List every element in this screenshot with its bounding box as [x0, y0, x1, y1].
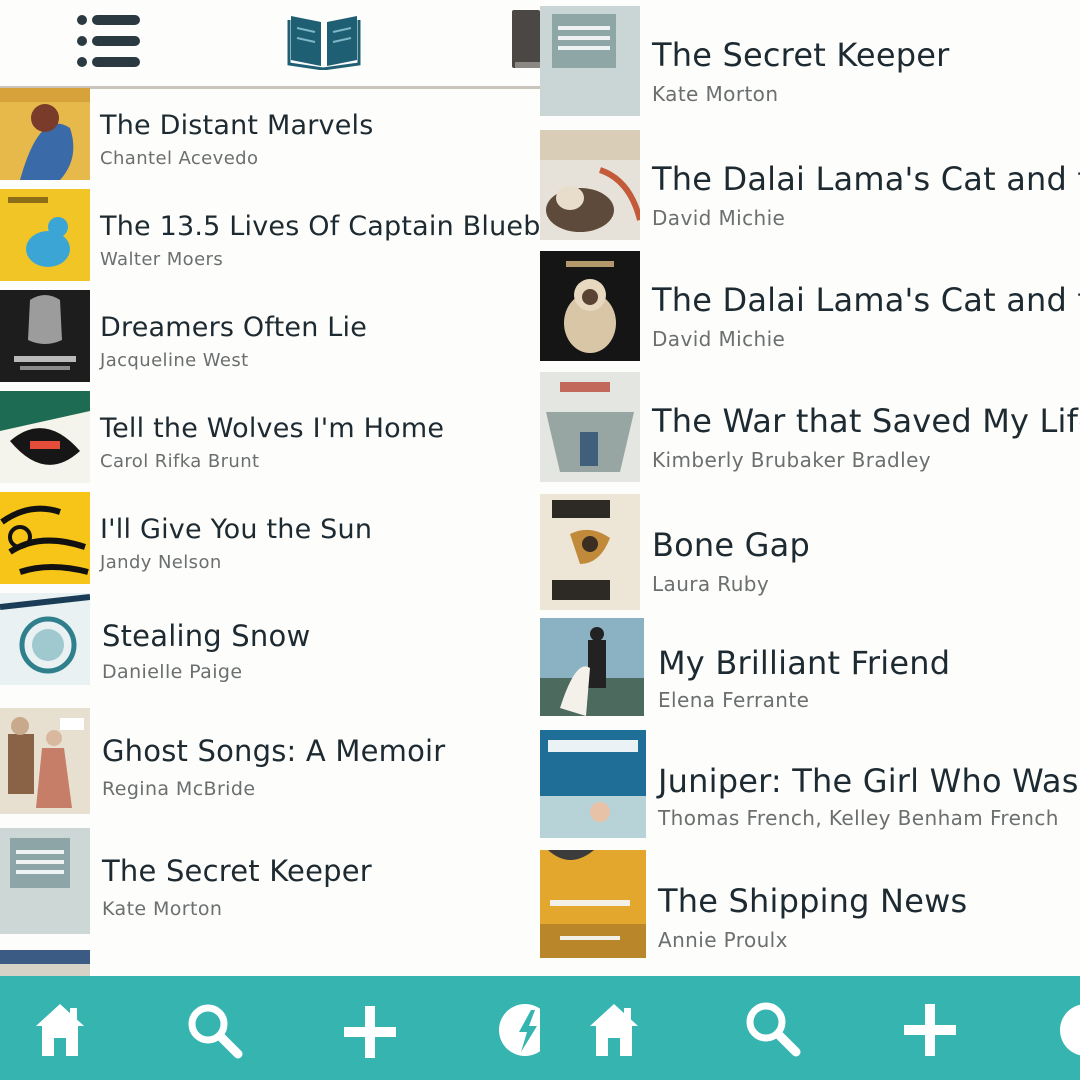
book-cover [540, 130, 640, 240]
book-title: Dreamers Often Lie [100, 312, 368, 343]
list-item[interactable]: My Brilliant Friend Elena Ferrante [540, 618, 1080, 718]
list-item[interactable]: The Dalai Lama's Cat and th David Michie [540, 130, 1080, 242]
add-icon[interactable] [902, 1002, 958, 1062]
book-cover [0, 492, 90, 584]
book-title: The Dalai Lama's Cat and th [652, 160, 1080, 198]
book-author: Annie Proulx [658, 928, 788, 952]
book-title: The Shipping News [658, 882, 968, 920]
book-title: Stealing Snow [102, 619, 311, 653]
book-cover [0, 828, 90, 934]
book-author: David Michie [652, 206, 786, 230]
right-screen: The Secret Keeper Kate Morton The Dalai … [540, 0, 1080, 1080]
list-item[interactable]: The Shipping News Annie Proulx [540, 850, 1080, 962]
book-cover [540, 850, 646, 958]
search-icon[interactable] [744, 1000, 802, 1062]
open-book-icon[interactable] [287, 8, 361, 74]
book-title: The Secret Keeper [102, 854, 372, 888]
book-title: I'll Give You the Sun [100, 514, 373, 545]
left-screen: The Distant Marvels Chantel Acevedo The … [0, 0, 540, 1080]
book-author: Carol Rifka Brunt [100, 451, 260, 472]
book-cover [540, 372, 640, 482]
book-cover [0, 593, 90, 685]
book-title: Bone Gap [652, 526, 810, 564]
book-author: Walter Moers [100, 249, 224, 270]
list-item[interactable]: Juniper: The Girl Who Was Thomas French,… [540, 730, 1080, 842]
book-author: Kate Morton [102, 898, 223, 920]
activity-icon[interactable] [497, 1002, 540, 1062]
book-cover [0, 189, 90, 281]
book-cover [540, 251, 640, 361]
book-author: Chantel Acevedo [100, 148, 259, 169]
list-item[interactable]: Tell the Wolves I'm Home Carol Rifka Bru… [0, 391, 540, 491]
book-title: The Secret Keeper [652, 36, 950, 74]
closed-book-icon[interactable] [512, 10, 540, 74]
book-cover [540, 494, 640, 610]
home-icon[interactable] [588, 1002, 640, 1062]
book-title: My Brilliant Friend [658, 644, 951, 682]
book-cover [540, 730, 646, 838]
book-author: Kimberly Brubaker Bradley [652, 448, 932, 472]
bottom-nav [0, 976, 540, 1080]
book-author: Elena Ferrante [658, 688, 810, 712]
book-cover [540, 6, 640, 116]
list-item[interactable]: I'll Give You the Sun Jandy Nelson [0, 492, 540, 592]
list-item[interactable]: The Distant Marvels Chantel Acevedo [0, 88, 540, 188]
book-author: Laura Ruby [652, 572, 770, 596]
bottom-nav [540, 976, 1080, 1080]
book-cover [540, 618, 644, 716]
list-item[interactable]: The War that Saved My Life Kimberly Brub… [540, 372, 1080, 484]
add-icon[interactable] [342, 1004, 398, 1064]
activity-icon[interactable] [1058, 1002, 1080, 1062]
book-cover [0, 290, 90, 382]
list-item[interactable]: The Dalai Lama's Cat and th David Michie [540, 251, 1080, 363]
list-item[interactable]: The Secret Keeper Kate Morton [540, 6, 1080, 118]
book-title: The Distant Marvels [100, 110, 374, 141]
list-icon[interactable] [76, 14, 142, 72]
book-author: Danielle Paige [102, 661, 243, 683]
book-author: Jacqueline West [100, 350, 249, 371]
list-item[interactable]: Stealing Snow Danielle Paige [0, 593, 540, 693]
book-title: The Dalai Lama's Cat and th [652, 281, 1080, 319]
book-author: Jandy Nelson [100, 552, 222, 573]
book-title: The 13.5 Lives Of Captain Bluebea [100, 211, 540, 242]
book-author: Kate Morton [652, 82, 779, 106]
list-item[interactable]: Bone Gap Laura Ruby [540, 494, 1080, 612]
list-item[interactable]: Ghost Songs: A Memoir Regina McBride [0, 708, 540, 818]
list-item[interactable]: The 13.5 Lives Of Captain Bluebea Walter… [0, 189, 540, 289]
book-cover [0, 88, 90, 180]
book-title: Tell the Wolves I'm Home [100, 413, 445, 444]
search-icon[interactable] [186, 1002, 244, 1064]
book-cover [0, 391, 90, 483]
top-toolbar [0, 0, 540, 89]
book-author: Regina McBride [102, 778, 256, 800]
home-icon[interactable] [34, 1002, 86, 1062]
book-title: The War that Saved My Life [652, 402, 1080, 440]
book-title: Ghost Songs: A Memoir [102, 734, 446, 768]
list-item[interactable]: Dreamers Often Lie Jacqueline West [0, 290, 540, 390]
list-item[interactable]: The Secret Keeper Kate Morton [0, 828, 540, 938]
book-author: David Michie [652, 327, 786, 351]
book-title: Juniper: The Girl Who Was [658, 762, 1079, 800]
book-author: Thomas French, Kelley Benham French [658, 806, 1059, 830]
book-cover [0, 708, 90, 814]
